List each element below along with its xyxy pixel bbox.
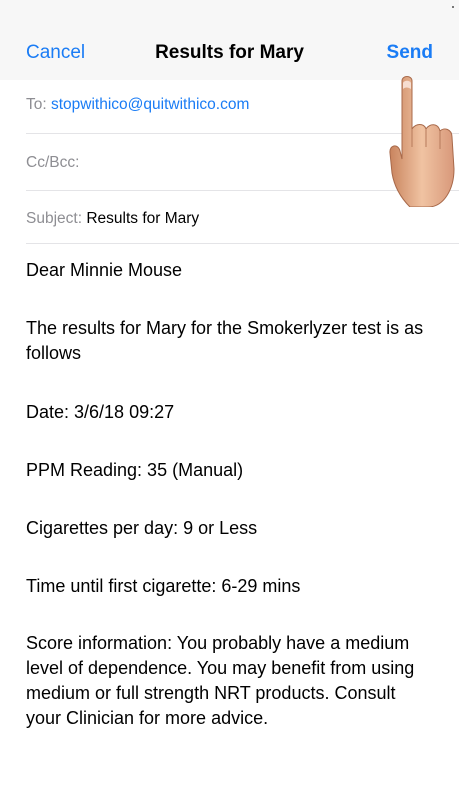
first-cigarette-line-block[interactable]: Time until first cigarette: 6-29 mins [26,574,446,599]
hand-pointer-icon [389,76,455,207]
status-dot [452,6,454,8]
message-score: Score information: You probably have a m… [26,633,415,728]
cancel-button[interactable]: Cancel [26,42,85,64]
message-greeting: Dear Minnie Mouse [26,260,183,280]
to-field[interactable]: To: stopwithico@quitwithico.com [26,96,249,114]
message-body[interactable]: Dear Minnie Mouse [26,258,446,283]
ppm-line-block[interactable]: PPM Reading: 35 (Manual) [26,458,446,483]
message-first-cigarette: Time until first cigarette: 6-29 mins [26,576,301,596]
subject-label: Subject: [26,210,83,227]
to-label: To: [26,96,47,113]
cigarettes-line-block[interactable]: Cigarettes per day: 9 or Less [26,516,446,541]
subject-field[interactable]: Subject: Results for Mary [26,210,199,228]
send-button[interactable]: Send [387,42,433,64]
subject-divider [26,243,459,244]
navigation-bar: Results for Mary Cancel Send [0,0,459,80]
ccbcc-label: Cc/Bcc: [26,154,80,171]
message-ppm: PPM Reading: 35 (Manual) [26,460,244,480]
subject-input[interactable]: Results for Mary [86,210,199,227]
ccbcc-field[interactable]: Cc/Bcc: [26,154,79,172]
message-cigarettes: Cigarettes per day: 9 or Less [26,518,258,538]
message-intro-block[interactable]: The results for Mary for the Smokerlyzer… [26,316,446,366]
score-block[interactable]: Score information: You probably have a m… [26,631,426,731]
message-date: Date: 3/6/18 09:27 [26,402,175,422]
to-recipient[interactable]: stopwithico@quitwithico.com [51,96,249,113]
message-intro: The results for Mary for the Smokerlyzer… [26,318,424,363]
date-line-block[interactable]: Date: 3/6/18 09:27 [26,400,446,425]
